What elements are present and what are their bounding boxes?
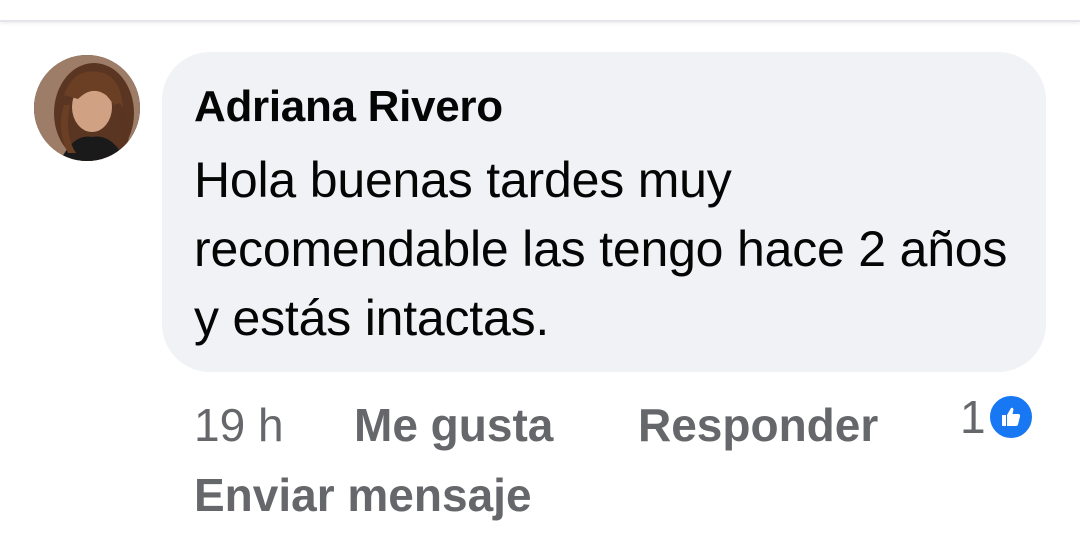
comment-text: Hola buenas tardes muy recomendable las … xyxy=(194,152,1008,346)
reply-button[interactable]: Responder xyxy=(638,398,878,452)
reaction-count: 1 xyxy=(960,391,986,443)
thumbs-up-icon xyxy=(987,394,1034,440)
send-message-button[interactable]: Enviar mensaje xyxy=(194,468,532,522)
comment-timestamp[interactable]: 19 h xyxy=(194,398,284,452)
top-divider xyxy=(0,0,1080,22)
reaction-summary[interactable]: 1 xyxy=(960,391,1034,443)
avatar-photo xyxy=(34,55,140,161)
comment-author-name[interactable]: Adriana Rivero xyxy=(194,82,503,132)
avatar[interactable] xyxy=(34,55,140,161)
like-button[interactable]: Me gusta xyxy=(354,398,553,452)
